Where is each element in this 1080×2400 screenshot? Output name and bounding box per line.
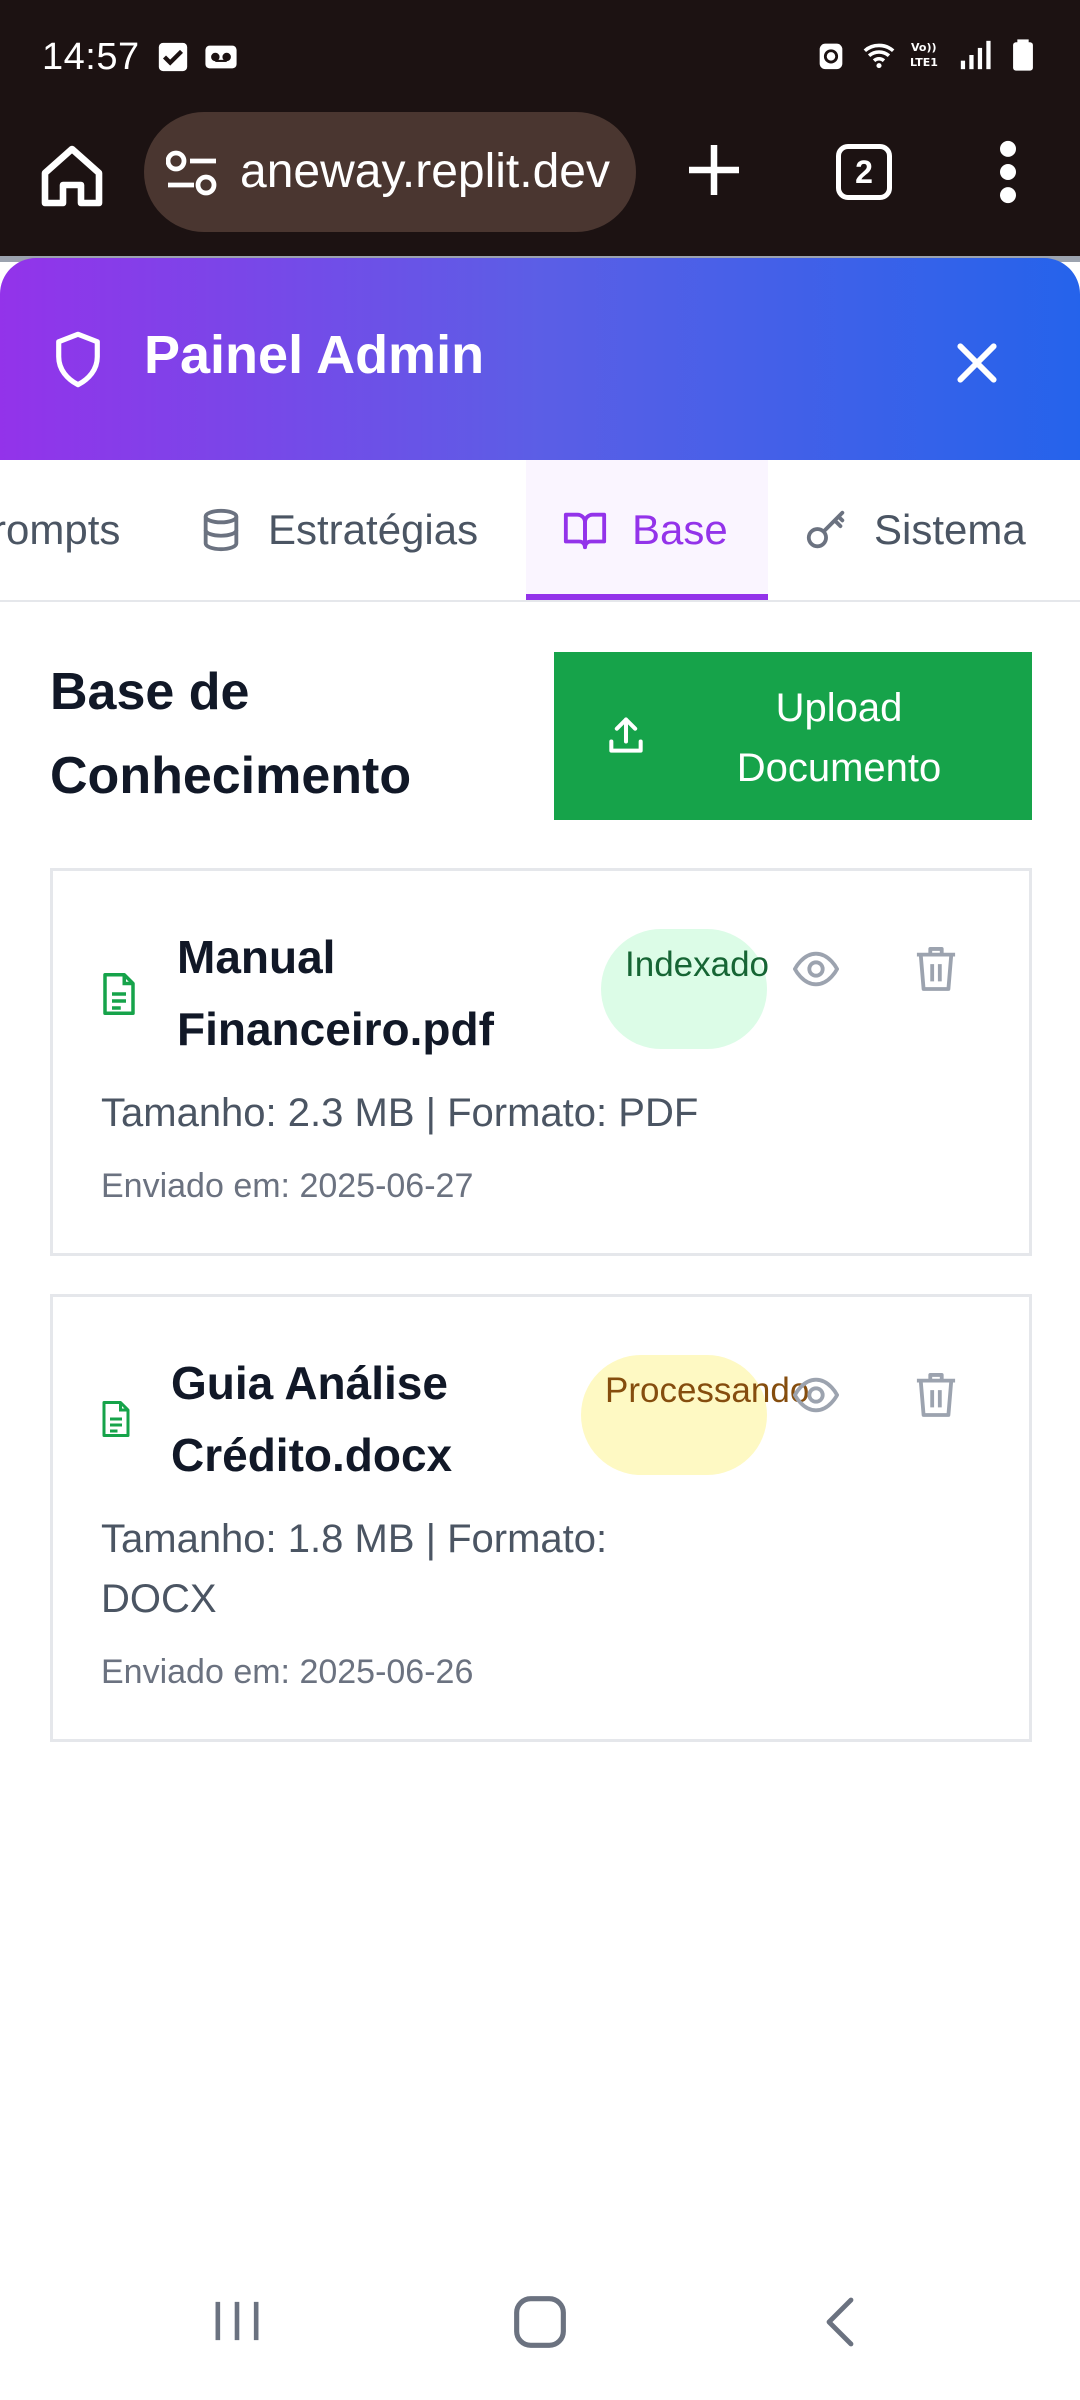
- document-meta: Tamanho: 1.8 MB | Formato: DOCX: [101, 1517, 608, 1621]
- tab-base[interactable]: Base: [526, 460, 768, 600]
- upload-icon: [609, 717, 643, 753]
- wifi-icon: [863, 43, 895, 69]
- file-text-icon: [103, 973, 135, 1015]
- tab-label: rompts: [0, 506, 121, 553]
- section-title: Base de Conhecimento: [50, 663, 412, 805]
- back-icon[interactable]: [822, 2296, 856, 2348]
- android-icon: [819, 43, 843, 70]
- admin-tabs: rompts Estratégias Base Sistema: [0, 460, 1080, 602]
- tab-label: Base: [632, 506, 728, 553]
- home-button-icon[interactable]: [512, 2294, 568, 2350]
- battery-icon: [1013, 39, 1033, 71]
- file-text-icon: [102, 1401, 130, 1437]
- tab-label: Estratégias: [268, 506, 479, 553]
- signal-icon: [960, 40, 991, 70]
- check-box-icon: [158, 42, 188, 72]
- document-card: Manual Financeiro.pdf Indexado Tamanho: …: [50, 868, 1032, 1256]
- trash-icon[interactable]: [915, 945, 957, 991]
- key-icon: [806, 510, 845, 549]
- view-eye-icon[interactable]: [793, 949, 839, 989]
- more-menu-icon[interactable]: [990, 140, 1026, 204]
- voicemail-icon: [205, 45, 237, 69]
- upload-button-label: Upload Documento: [736, 686, 942, 790]
- site-settings-icon[interactable]: [166, 150, 218, 196]
- tab-prompts[interactable]: rompts: [0, 460, 120, 600]
- volte-icon: Vo)) LTE1: [910, 41, 938, 69]
- recent-apps-icon[interactable]: [212, 2298, 262, 2344]
- tab-switcher-button[interactable]: 2: [836, 144, 892, 200]
- book-icon: [563, 512, 607, 550]
- close-icon[interactable]: [952, 338, 1002, 388]
- system-nav-bar: [0, 2270, 1080, 2400]
- document-date: Enviado em: 2025-06-26: [101, 1653, 474, 1691]
- status-badge: Indexado: [601, 929, 769, 1049]
- document-name: Manual Financeiro.pdf: [177, 931, 494, 1055]
- upload-document-button[interactable]: Upload Documento: [554, 652, 1032, 820]
- tab-sistema[interactable]: Sistema: [804, 460, 1026, 600]
- new-tab-icon[interactable]: [684, 140, 744, 200]
- admin-panel-title: Painel Admin: [144, 325, 485, 385]
- address-bar[interactable]: aneway.replit.dev: [144, 112, 636, 232]
- tab-estrategias[interactable]: Estratégias: [198, 460, 478, 600]
- document-meta: Tamanho: 2.3 MB | Formato: PDF: [101, 1091, 699, 1135]
- url-text[interactable]: aneway.replit.dev: [240, 144, 620, 199]
- trash-icon[interactable]: [915, 1371, 957, 1417]
- document-name: Guia Análise Crédito.docx: [171, 1357, 453, 1481]
- document-date: Enviado em: 2025-06-27: [101, 1167, 474, 1205]
- view-eye-icon[interactable]: [793, 1375, 839, 1415]
- svg-text:Vo)): Vo)): [911, 41, 937, 54]
- tab-label: Sistema: [874, 506, 1026, 553]
- database-icon: [203, 508, 239, 552]
- status-time: 14:57: [42, 36, 140, 78]
- browser-toolbar: aneway.replit.dev 2: [0, 110, 1080, 256]
- svg-text:LTE1: LTE1: [910, 56, 938, 69]
- document-card: Guia Análise Crédito.docx Processando Ta…: [50, 1294, 1032, 1742]
- active-tab-indicator: [526, 594, 768, 600]
- shield-icon: [56, 331, 100, 388]
- home-icon[interactable]: [36, 140, 108, 212]
- admin-panel-header: Painel Admin: [0, 258, 1080, 460]
- status-bar: 14:57 Vo)) LTE1: [0, 0, 1080, 110]
- status-badge: Processando: [581, 1355, 809, 1475]
